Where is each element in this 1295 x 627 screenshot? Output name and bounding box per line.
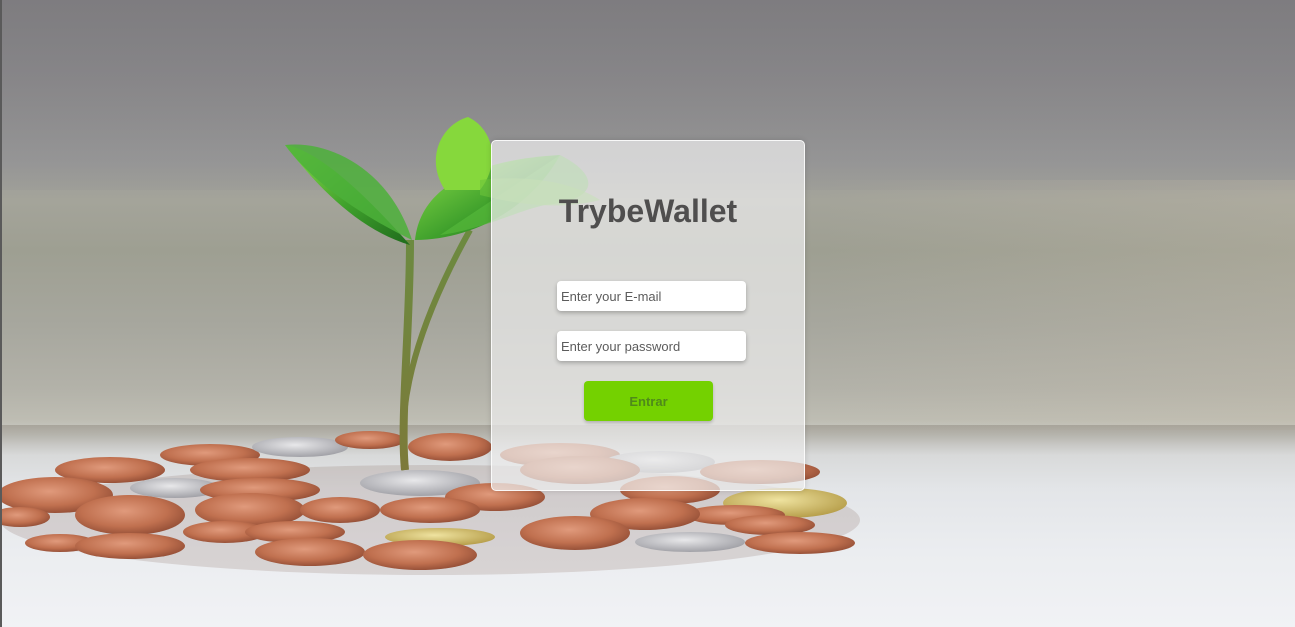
email-input[interactable] [557,281,746,311]
login-submit-button[interactable]: Entrar [584,381,713,421]
login-card: TrybeWallet Entrar [491,140,805,491]
page-background: TrybeWallet Entrar [0,0,1295,627]
app-title: TrybeWallet [558,193,738,229]
password-input[interactable] [557,331,746,361]
